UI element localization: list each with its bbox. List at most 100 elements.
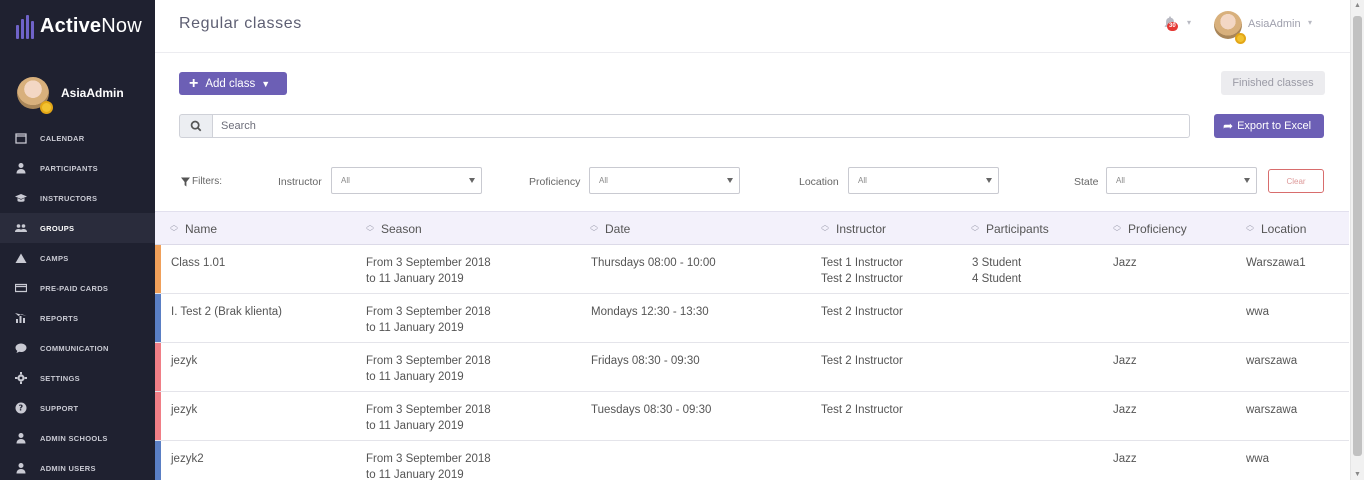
column-header-instructor[interactable]: ︿ ﹀ Instructor (821, 212, 886, 246)
sidebar-item-admin-schools[interactable]: ADMIN SCHOOLS (0, 423, 155, 453)
sidebar-user[interactable]: AsiaAdmin (0, 63, 155, 123)
column-header-location[interactable]: ︿ ﹀ Location (1246, 212, 1306, 246)
sidebar-item-camps[interactable]: CAMPS (0, 243, 155, 273)
search-button[interactable] (179, 114, 212, 138)
state-filter-select[interactable]: All (1106, 167, 1257, 194)
person-icon (15, 462, 27, 474)
cell-instructor: Test 2 Instructor (821, 306, 903, 318)
proficiency-filter-select[interactable]: All (589, 167, 740, 194)
dropdown-caret-icon (727, 178, 733, 183)
graduation-cap-icon (15, 192, 27, 204)
sort-icon: ︿ ﹀ (1246, 220, 1254, 237)
export-to-excel-button[interactable]: ➦ Export to Excel (1214, 114, 1324, 138)
bar-chart-icon (15, 312, 27, 324)
sidebar-item-admin-users[interactable]: ADMIN USERS (0, 453, 155, 480)
chevron-down-icon[interactable]: ▾ (1308, 18, 1312, 27)
search-bar (179, 114, 1190, 138)
dropdown-caret-icon (469, 178, 475, 183)
cell-location: wwa (1246, 453, 1270, 465)
column-header-participants[interactable]: ︿ ﹀ Participants (971, 212, 1049, 246)
header-avatar[interactable] (1214, 11, 1246, 44)
share-arrow-icon: ➦ (1223, 119, 1234, 133)
sidebar-item-label: ADMIN USERS (40, 463, 96, 473)
avatar (17, 77, 53, 114)
finished-classes-button[interactable]: Finished classes (1221, 71, 1325, 95)
vertical-scrollbar[interactable]: ▲ ▼ (1350, 0, 1364, 480)
cell-season: From 3 September 2018 to 11 January 2019 (366, 404, 491, 432)
scroll-thumb[interactable] (1353, 16, 1362, 456)
card-icon (15, 282, 27, 294)
cell-instructor: Test 2 Instructor (821, 355, 903, 367)
add-class-button[interactable]: + Add class ▼ (179, 72, 287, 95)
scroll-down-icon[interactable]: ▼ (1354, 471, 1361, 478)
row-color-stripe (155, 294, 161, 342)
sidebar-item-reports[interactable]: REPORTS (0, 303, 155, 333)
state-filter-label: State (1074, 176, 1099, 188)
sidebar-item-label: SUPPORT (40, 403, 79, 413)
row-color-stripe (155, 392, 161, 440)
classes-table: ︿ ﹀ Name ︿ ﹀ Season ︿ ﹀ Date ︿ ﹀ Instructor ︿ ﹀ Partic… (155, 211, 1349, 480)
table-row[interactable]: jezyk2 From 3 September 2018 to 11 January… (155, 441, 1349, 480)
table-row[interactable]: jezyk From 3 September 2018 to 11 January … (155, 392, 1349, 441)
column-header-season[interactable]: ︿ ﹀ Season (366, 212, 422, 246)
cell-proficiency: Jazz (1113, 355, 1137, 367)
award-badge-icon (1235, 33, 1246, 44)
calendar-icon (15, 132, 27, 144)
proficiency-filter-label: Proficiency (529, 176, 581, 188)
sidebar-item-calendar[interactable]: CALENDAR (0, 123, 155, 153)
sidebar-item-label: GROUPS (40, 223, 75, 233)
award-badge-icon (40, 101, 53, 114)
dropdown-caret-icon (1244, 178, 1250, 183)
top-header: Regular classes 30 ▾ AsiaAdmin ▾ (155, 0, 1350, 53)
notifications-count-badge: 30 (1167, 22, 1178, 31)
page-title: Regular classes (179, 15, 302, 32)
instructor-filter-select[interactable]: All (331, 167, 482, 194)
help-icon: ? (15, 402, 27, 414)
logo-text: ActiveNow (40, 15, 142, 37)
sidebar-item-label: COMMUNICATION (40, 343, 109, 353)
clear-filters-button[interactable]: Clear (1268, 169, 1324, 193)
chevron-down-icon[interactable]: ▾ (1187, 18, 1191, 27)
sidebar-item-communication[interactable]: COMMUNICATION (0, 333, 155, 363)
sidebar-nav: CALENDAR PARTICIPANTS INSTRUCTORS GROUPS CAM… (0, 123, 155, 480)
cell-date: Mondays 12:30 - 13:30 (591, 306, 709, 318)
sidebar-user-name: AsiaAdmin (61, 86, 124, 100)
sidebar-item-groups[interactable]: GROUPS (0, 213, 155, 243)
column-header-proficiency[interactable]: ︿ ﹀ Proficiency (1113, 212, 1187, 246)
cell-date: Thursdays 08:00 - 10:00 (591, 257, 716, 269)
search-input[interactable] (212, 114, 1190, 138)
scroll-up-icon[interactable]: ▲ (1354, 2, 1361, 9)
filters-label: Filters: (181, 176, 222, 187)
table-row[interactable]: jezyk From 3 September 2018 to 11 January … (155, 343, 1349, 392)
column-header-date[interactable]: ︿ ﹀ Date (590, 212, 630, 246)
svg-text:?: ? (19, 404, 24, 413)
location-filter-select[interactable]: All (848, 167, 999, 194)
app-logo[interactable]: ActiveNow (0, 0, 155, 53)
cell-season: From 3 September 2018 to 11 January 2019 (366, 257, 491, 285)
column-header-name[interactable]: ︿ ﹀ Name (170, 212, 217, 246)
row-color-stripe (155, 245, 161, 293)
chat-icon (15, 342, 27, 354)
table-row[interactable]: I. Test 2 (Brak klienta) From 3 September… (155, 294, 1349, 343)
cell-proficiency: Jazz (1113, 453, 1137, 465)
sidebar-item-pre-paid-cards[interactable]: PRE-PAID CARDS (0, 273, 155, 303)
table-header: ︿ ﹀ Name ︿ ﹀ Season ︿ ﹀ Date ︿ ﹀ Instructor ︿ ﹀ Partic… (155, 211, 1349, 245)
sidebar-item-settings[interactable]: SETTINGS (0, 363, 155, 393)
cell-participants: 3 Student 4 Student (972, 257, 1022, 285)
row-color-stripe (155, 343, 161, 391)
sidebar-item-support[interactable]: ? SUPPORT (0, 393, 155, 423)
sort-icon: ︿ ﹀ (971, 220, 979, 237)
cell-location: warszawa (1246, 404, 1298, 416)
table-row[interactable]: Class 1.01 From 3 September 2018 to 11 Jan… (155, 245, 1349, 294)
sidebar-item-instructors[interactable]: INSTRUCTORS (0, 183, 155, 213)
notifications-bell[interactable]: 30 (1163, 15, 1179, 33)
instructor-filter-label: Instructor (278, 176, 322, 188)
dropdown-caret-icon (986, 178, 992, 183)
sidebar-item-participants[interactable]: PARTICIPANTS (0, 153, 155, 183)
sidebar: ActiveNow AsiaAdmin CALENDAR PARTICIPANTS… (0, 0, 155, 480)
cell-proficiency: Jazz (1113, 257, 1137, 269)
header-user-name[interactable]: AsiaAdmin (1248, 18, 1301, 30)
sidebar-item-label: PRE-PAID CARDS (40, 283, 109, 293)
cell-location: wwa (1246, 306, 1270, 318)
location-filter-label: Location (799, 176, 839, 188)
